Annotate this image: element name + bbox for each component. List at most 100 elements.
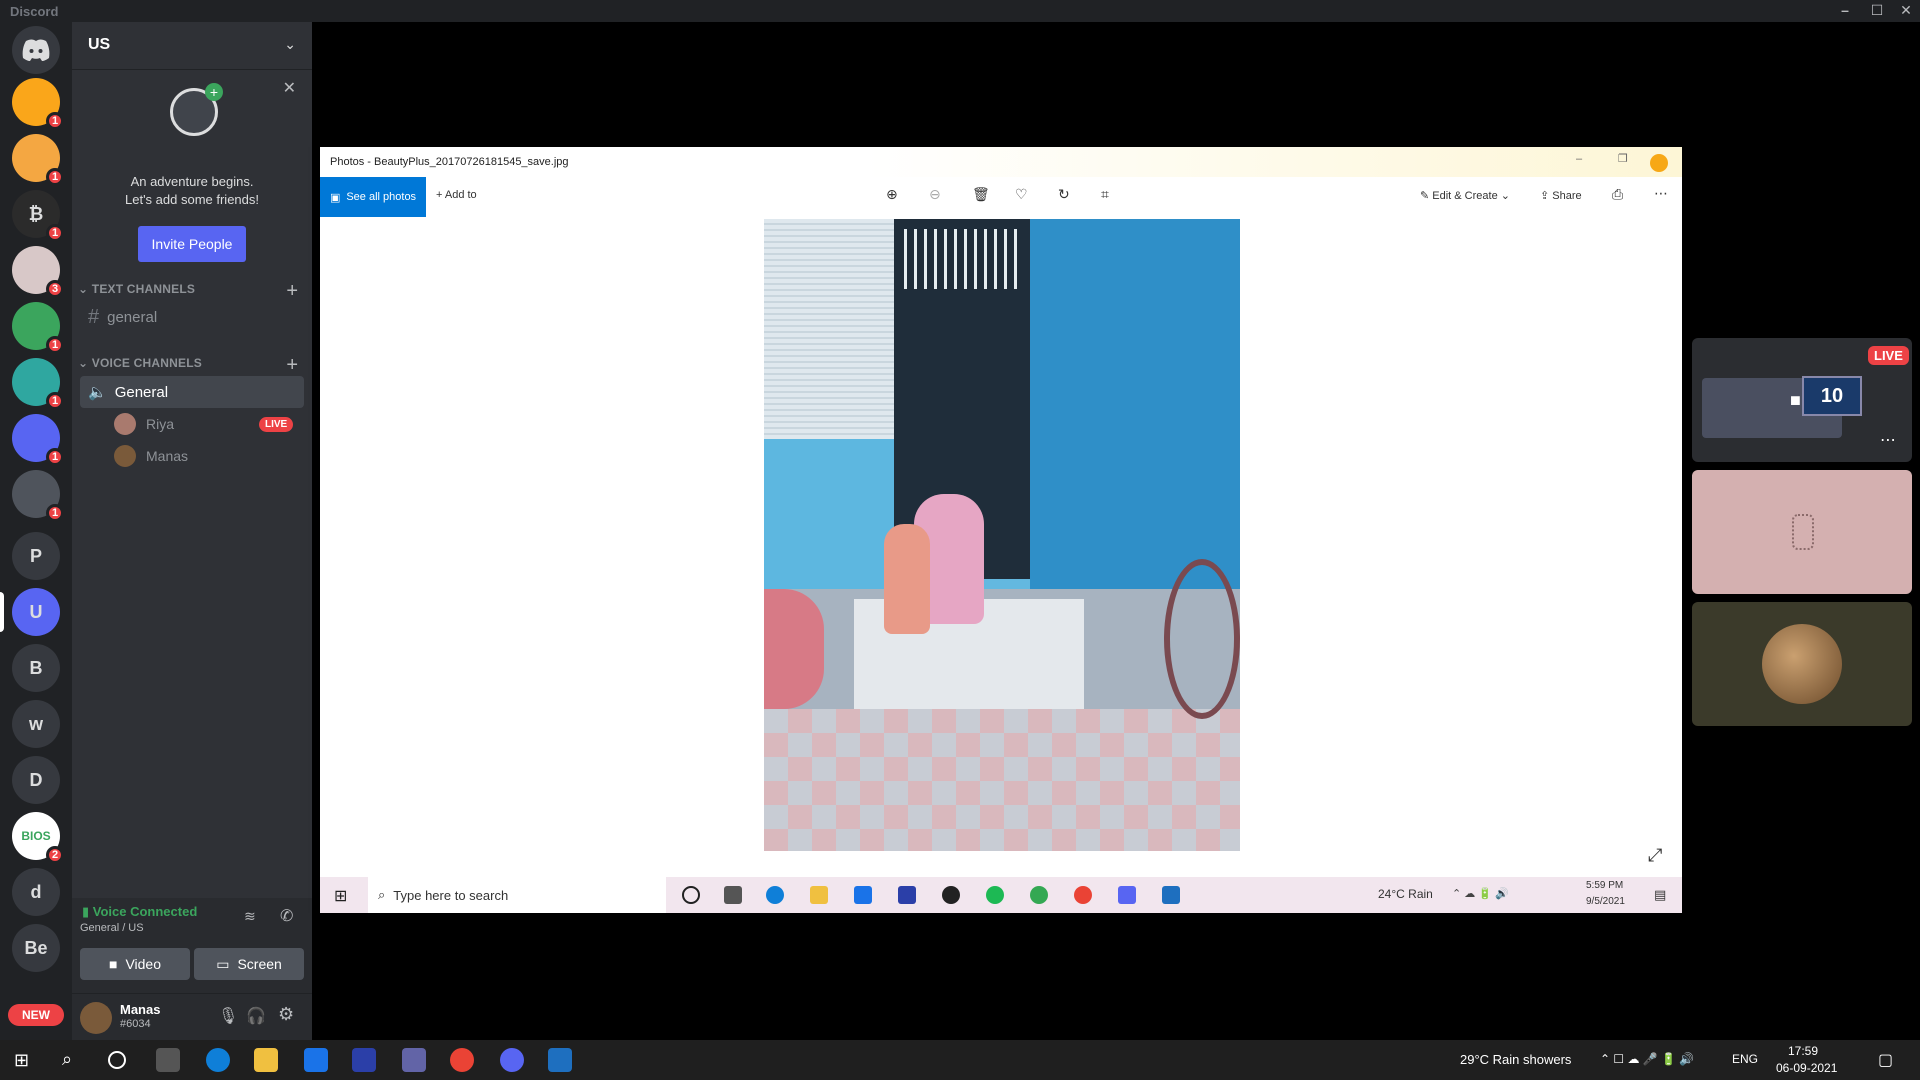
guild-header[interactable]: US ⌄: [72, 22, 312, 70]
user-cursor-icon: [1650, 154, 1668, 172]
voice-user-riya[interactable]: Riya: [114, 412, 174, 436]
cortana-icon[interactable]: [108, 1051, 126, 1069]
teams-icon[interactable]: [402, 1048, 426, 1072]
new-badge[interactable]: NEW: [8, 1004, 64, 1026]
language-indicator[interactable]: ENG: [1732, 1052, 1758, 1066]
share-button[interactable]: ⇪ Share: [1540, 189, 1582, 202]
server-5[interactable]: 1: [12, 302, 64, 354]
screen-share-button[interactable]: ▭ Screen: [194, 948, 304, 980]
close-icon[interactable]: ✕: [1891, 2, 1920, 19]
photos-app-icon[interactable]: [548, 1048, 572, 1072]
avatar[interactable]: [80, 1002, 112, 1034]
crop-icon[interactable]: ⌗: [1101, 186, 1109, 203]
chrome-profile-icon[interactable]: [1030, 886, 1048, 904]
server-b[interactable]: B: [12, 644, 60, 692]
server-d[interactable]: D: [12, 756, 60, 804]
stream-tile-riya[interactable]: [1692, 470, 1912, 594]
voice-channels-header[interactable]: ⌄ VOICE CHANNELS: [78, 356, 202, 370]
heart-icon[interactable]: ♡: [1015, 186, 1028, 203]
server-d2[interactable]: d: [12, 868, 60, 916]
app-icon[interactable]: [898, 886, 916, 904]
search-icon[interactable]: ⌕: [62, 1049, 72, 1070]
disconnect-icon[interactable]: ✆: [280, 906, 293, 926]
weather-readout[interactable]: 29°C Rain showers: [1460, 1052, 1571, 1067]
headphones-icon[interactable]: 🎧: [246, 1006, 266, 1026]
notifications-icon[interactable]: ▢: [1878, 1050, 1893, 1070]
minimize-icon[interactable]: –: [1830, 2, 1860, 18]
mail-icon[interactable]: [854, 886, 872, 904]
edit-create-button[interactable]: ✎ Edit & Create ⌄: [1420, 189, 1510, 202]
discord-icon[interactable]: [1118, 886, 1136, 904]
app-icon[interactable]: [352, 1048, 376, 1072]
more-icon[interactable]: ⋯: [1880, 430, 1896, 450]
server-u[interactable]: U: [12, 588, 60, 636]
delete-icon[interactable]: 🗑: [972, 186, 990, 203]
add-voice-channel-icon[interactable]: +: [286, 355, 298, 375]
clock-date[interactable]: 06-09-2021: [1776, 1061, 1837, 1075]
server-2[interactable]: 1: [12, 134, 64, 186]
displayed-photo[interactable]: [764, 219, 1240, 851]
server-bios[interactable]: BIOS 2: [12, 812, 64, 864]
edge-icon[interactable]: [206, 1048, 230, 1072]
edge-icon[interactable]: [766, 886, 784, 904]
close-icon[interactable]: ✕: [283, 78, 296, 98]
gear-icon[interactable]: ⚙: [278, 1004, 294, 1025]
file-explorer-icon[interactable]: [254, 1048, 278, 1072]
server-3[interactable]: ₿ 1: [12, 190, 64, 242]
minimize-icon[interactable]: –: [1576, 153, 1582, 165]
server-4[interactable]: 3: [12, 246, 64, 298]
clock-date[interactable]: 9/5/2021: [1586, 896, 1625, 907]
voice-connected-subtitle[interactable]: General / US: [80, 922, 144, 934]
fullscreen-icon[interactable]: ⤢: [1648, 845, 1662, 866]
chevron-down-icon[interactable]: ⌄: [284, 36, 296, 53]
text-channels-header[interactable]: ⌄ TEXT CHANNELS: [78, 282, 195, 296]
discord-icon[interactable]: [500, 1048, 524, 1072]
restore-icon[interactable]: ❐: [1618, 152, 1628, 165]
zoom-in-icon[interactable]: ⊕: [886, 186, 898, 203]
zoom-out-icon[interactable]: ⊖: [929, 186, 941, 203]
stream-tile-live[interactable]: 10 ■ LIVE ⋯: [1692, 338, 1912, 462]
mail-icon[interactable]: [304, 1048, 328, 1072]
voice-user-manas[interactable]: Manas: [114, 444, 188, 468]
server-8[interactable]: 1: [12, 470, 64, 522]
add-to-button[interactable]: + Add to: [436, 189, 477, 201]
maximize-icon[interactable]: ☐: [1862, 2, 1892, 19]
taskbar-search[interactable]: ⌕ Type here to search: [368, 877, 666, 913]
xbox-icon[interactable]: [942, 886, 960, 904]
server-7[interactable]: 1: [12, 414, 64, 466]
cortana-icon[interactable]: [682, 886, 700, 904]
task-view-icon[interactable]: [156, 1048, 180, 1072]
server-p[interactable]: P: [12, 532, 60, 580]
tray-icons[interactable]: ⌃ ☁ 🔋 🔊: [1452, 887, 1509, 900]
clock-time[interactable]: 17:59: [1788, 1044, 1818, 1058]
spotify-icon[interactable]: [986, 886, 1004, 904]
rotate-icon[interactable]: ↻: [1058, 186, 1070, 203]
server-be[interactable]: Be: [12, 924, 60, 972]
task-view-icon[interactable]: [724, 886, 742, 904]
chrome-icon[interactable]: [1074, 886, 1092, 904]
more-icon[interactable]: ⋯: [1654, 185, 1668, 202]
print-icon[interactable]: ⎙: [1612, 186, 1623, 203]
home-button[interactable]: [12, 26, 60, 74]
photos-app-icon[interactable]: [1162, 886, 1180, 904]
video-button[interactable]: ■ Video: [80, 948, 190, 980]
chrome-icon[interactable]: [450, 1048, 474, 1072]
server-6[interactable]: 1: [12, 358, 64, 410]
microphone-icon[interactable]: 🎙: [218, 1006, 238, 1026]
windows-start-icon[interactable]: ⊞: [334, 886, 347, 906]
channel-general[interactable]: # general: [80, 301, 304, 333]
noise-suppression-icon[interactable]: ≋: [244, 908, 256, 925]
weather-readout[interactable]: 24°C Rain: [1378, 887, 1433, 901]
notifications-icon[interactable]: ▤: [1654, 887, 1666, 903]
file-explorer-icon[interactable]: [810, 886, 828, 904]
voice-channel-label: General: [114, 383, 169, 401]
tray-icons[interactable]: ⌃ ☐ ☁ 🎤 🔋 🔊: [1600, 1052, 1694, 1066]
clock-time[interactable]: 5:59 PM: [1586, 880, 1623, 891]
windows-start-icon[interactable]: ⊞: [14, 1050, 29, 1071]
add-channel-icon[interactable]: +: [286, 281, 298, 301]
server-1[interactable]: 1: [12, 78, 64, 130]
voice-channel-general[interactable]: 🔈 General: [80, 376, 304, 408]
invite-people-button[interactable]: Invite People: [138, 226, 246, 262]
server-w[interactable]: w: [12, 700, 60, 748]
stream-tile-manas[interactable]: [1692, 602, 1912, 726]
